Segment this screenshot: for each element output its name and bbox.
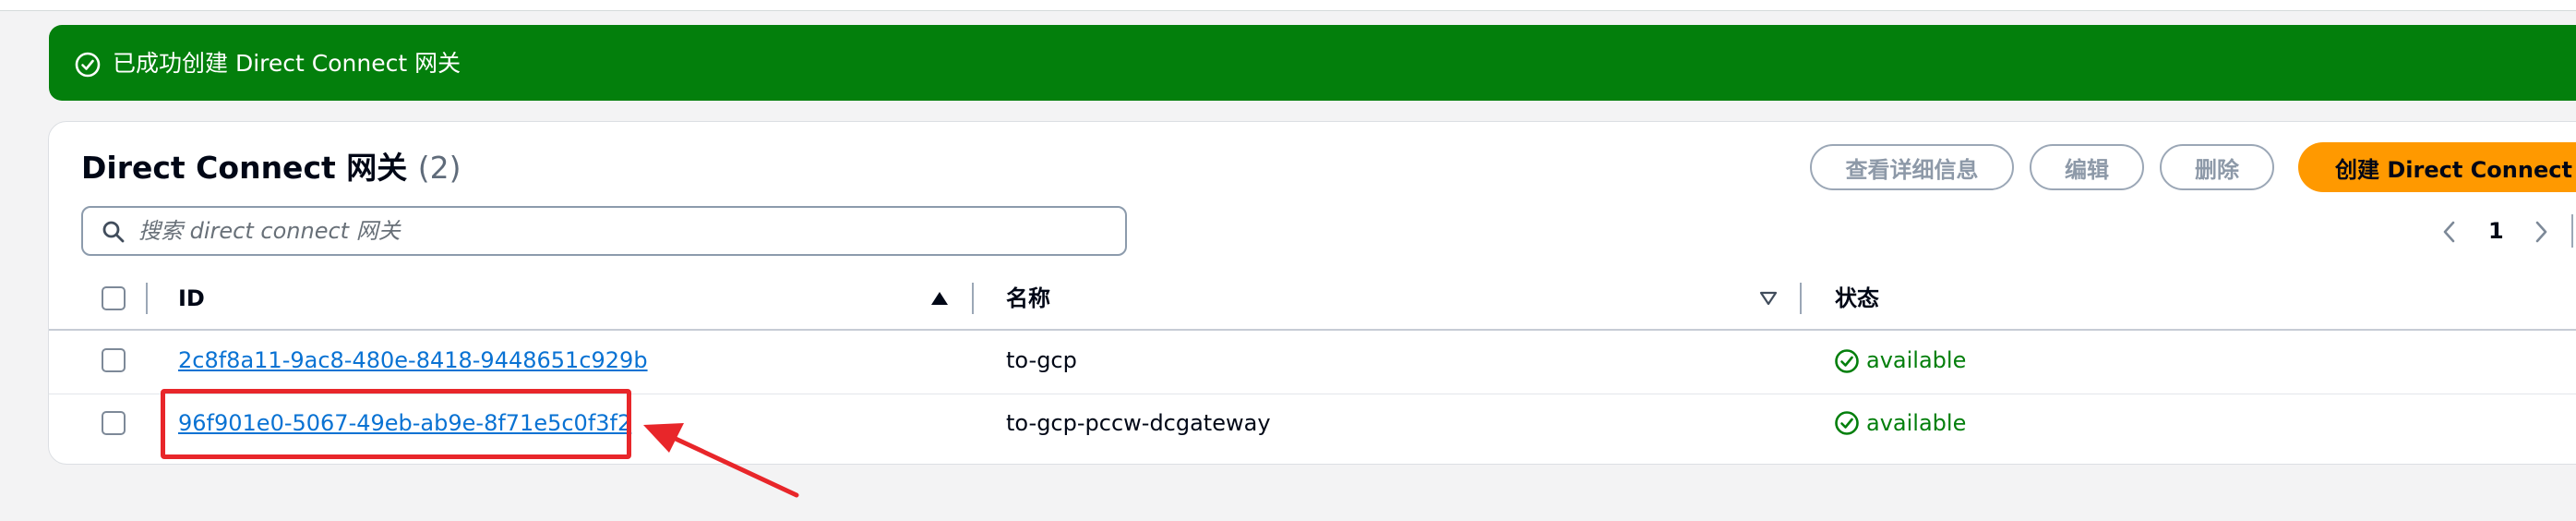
top-strip bbox=[0, 0, 2576, 11]
select-all-checkbox[interactable] bbox=[102, 286, 126, 310]
current-page-number[interactable]: 1 bbox=[2488, 216, 2504, 246]
edit-button[interactable]: 编辑 bbox=[2030, 144, 2144, 190]
create-gateway-button[interactable]: 创建 Direct Connect 网 bbox=[2298, 142, 2576, 192]
gateway-name: to-gcp bbox=[1006, 347, 1077, 373]
check-circle-icon bbox=[75, 52, 101, 78]
title-text: Direct Connect 网关 bbox=[81, 150, 408, 186]
status-success-icon bbox=[1835, 411, 1859, 435]
item-count: (2) bbox=[417, 150, 461, 186]
flash-message: 已成功创建 Direct Connect 网关 bbox=[113, 50, 461, 77]
row-checkbox[interactable] bbox=[102, 411, 126, 435]
column-header-id[interactable]: ID bbox=[178, 283, 205, 314]
chevron-left-icon[interactable] bbox=[2440, 220, 2459, 244]
annotation-highlight-box bbox=[161, 389, 631, 459]
search-input[interactable] bbox=[138, 215, 1108, 247]
gateway-status: available bbox=[1866, 410, 1967, 436]
gateway-name: to-gcp-pccw-dcgateway bbox=[1006, 410, 1271, 436]
row-checkbox[interactable] bbox=[102, 348, 126, 372]
column-header-name[interactable]: 名称 bbox=[1006, 283, 1050, 314]
column-header-status[interactable]: 状态 bbox=[1835, 283, 1879, 314]
chevron-right-icon[interactable] bbox=[2532, 220, 2550, 244]
gateway-status: available bbox=[1866, 347, 1967, 373]
page-title: Direct Connect 网关 (2) bbox=[81, 148, 461, 188]
gateway-id-link[interactable]: 2c8f8a11-9ac8-480e-8418-9448651c929b bbox=[178, 345, 648, 376]
pagination-divider bbox=[2571, 214, 2573, 248]
delete-button[interactable]: 删除 bbox=[2160, 144, 2274, 190]
annotation-arrow-icon bbox=[643, 423, 799, 498]
sort-caret-down-icon[interactable] bbox=[1759, 291, 1778, 306]
view-details-button[interactable]: 查看详细信息 bbox=[1810, 144, 2014, 190]
header-divider bbox=[49, 329, 2576, 331]
column-separator[interactable] bbox=[972, 283, 974, 314]
column-separator[interactable] bbox=[1800, 283, 1802, 314]
column-separator[interactable] bbox=[146, 283, 148, 314]
status-success-icon bbox=[1835, 349, 1859, 373]
search-box[interactable] bbox=[81, 206, 1127, 256]
sort-ascending-icon[interactable] bbox=[930, 291, 949, 306]
search-icon bbox=[102, 221, 125, 243]
